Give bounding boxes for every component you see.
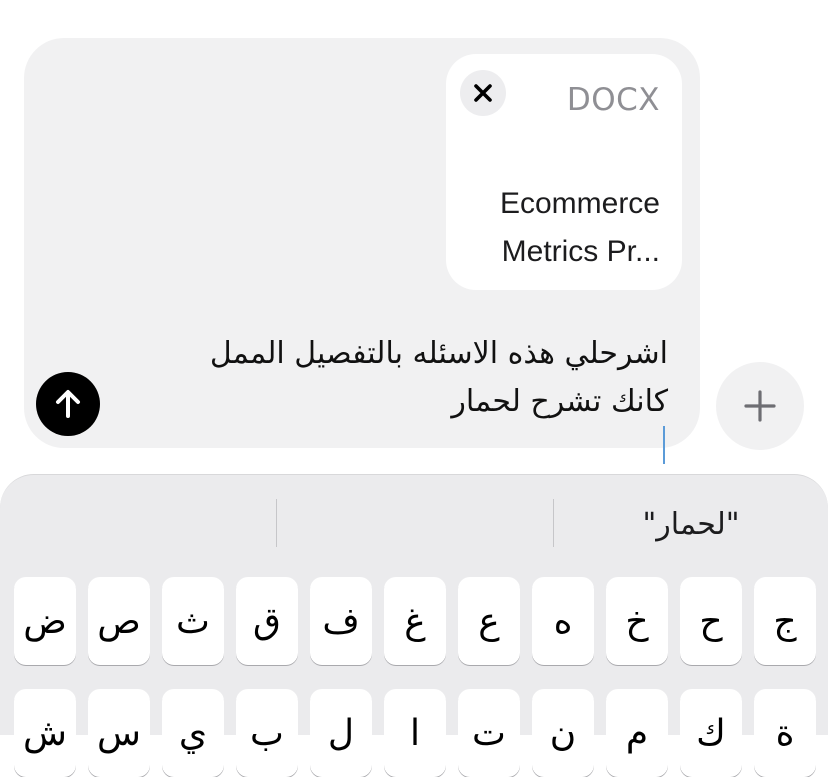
attachment-file-name-line2: Metrics Pr...	[501, 235, 660, 268]
message-line-2: كانك تشرح لحمار	[148, 378, 668, 464]
key-1[interactable]: ج	[754, 577, 816, 665]
key-9[interactable]: ي	[162, 689, 224, 777]
message-input[interactable]: اشرحلي هذه الاسئله بالتفصيل الممل كانك ت…	[148, 330, 668, 464]
key-4[interactable]: ه	[532, 577, 594, 665]
key-2[interactable]: ك	[680, 689, 742, 777]
key-10[interactable]: س	[88, 689, 150, 777]
attachment-file-type: DOCX	[566, 82, 660, 118]
key-6[interactable]: غ	[384, 577, 446, 665]
key-9[interactable]: ث	[162, 577, 224, 665]
suggestion-bar: "لحمار"	[0, 499, 828, 549]
attachment-file-name: Ecommerce Metrics Pr...	[460, 180, 660, 276]
key-11[interactable]: ش	[14, 689, 76, 777]
key-1[interactable]: ة	[754, 689, 816, 777]
key-10[interactable]: ص	[88, 577, 150, 665]
key-3[interactable]: م	[606, 689, 668, 777]
key-3[interactable]: خ	[606, 577, 668, 665]
text-cursor	[663, 426, 665, 464]
suggestion-right[interactable]: "لحمار"	[554, 499, 828, 549]
send-button[interactable]	[36, 372, 100, 436]
message-line-1: اشرحلي هذه الاسئله بالتفصيل الممل	[209, 336, 668, 371]
key-6[interactable]: ا	[384, 689, 446, 777]
key-7[interactable]: ل	[310, 689, 372, 777]
suggestion-middle[interactable]	[277, 499, 553, 549]
message-line-2-text: كانك تشرح لحمار	[451, 384, 668, 419]
add-button[interactable]	[716, 362, 804, 450]
remove-attachment-button[interactable]	[460, 70, 506, 116]
message-composer[interactable]: DOCX Ecommerce Metrics Pr... اشرحلي هذه …	[24, 38, 700, 464]
key-8[interactable]: ق	[236, 577, 298, 665]
attachment-file-name-line1: Ecommerce	[499, 187, 660, 220]
plus-icon	[744, 390, 776, 422]
key-5[interactable]: ت	[458, 689, 520, 777]
key-5[interactable]: ع	[458, 577, 520, 665]
close-icon	[474, 84, 492, 102]
key-7[interactable]: ف	[310, 577, 372, 665]
key-2[interactable]: ح	[680, 577, 742, 665]
attachment-card[interactable]: DOCX Ecommerce Metrics Pr...	[446, 54, 682, 290]
keyboard: "لحمار" جحخهعغفقثصض ةكمنتالبيسش	[0, 474, 828, 777]
arrow-up-icon	[56, 390, 80, 418]
suggestion-left[interactable]	[0, 499, 276, 549]
key-8[interactable]: ب	[236, 689, 298, 777]
key-11[interactable]: ض	[14, 577, 76, 665]
key-4[interactable]: ن	[532, 689, 594, 777]
